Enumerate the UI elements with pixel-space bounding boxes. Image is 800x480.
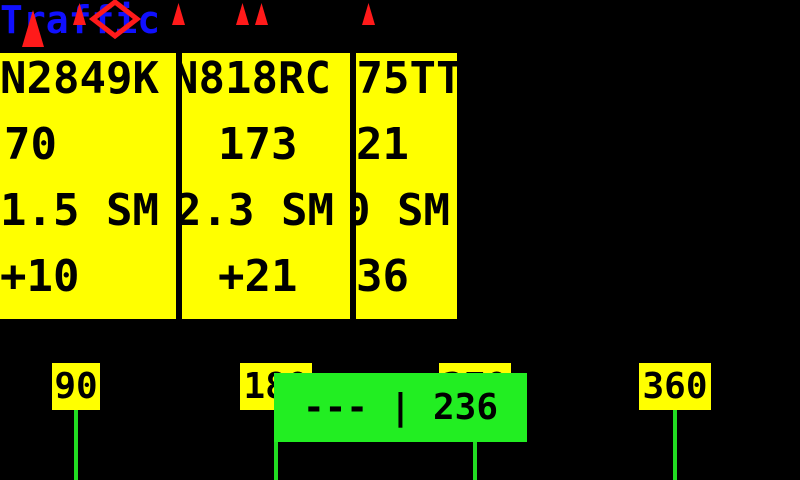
tick-label: 90 (52, 363, 100, 410)
traffic-triangle-icon (236, 3, 249, 25)
traffic-triangle-icon (172, 3, 185, 25)
traffic-marker-strip (22, 0, 375, 47)
bearing: 21 (356, 119, 409, 170)
distance: 1.5 SM (0, 185, 159, 236)
traffic-card[interactable]: N2849K 70 1.5 SM +10 (0, 53, 176, 319)
relative-altitude: 36 (356, 251, 409, 302)
callsign: N75TT (356, 53, 457, 104)
traffic-triangle-icon (73, 3, 86, 25)
distance: 0 SM (356, 185, 450, 236)
traffic-screen: Traffic N2849K 70 1.5 SM +10 N818RC 173 … (0, 0, 800, 480)
traffic-card[interactable]: N75TT 21 0 SM 36 (356, 53, 457, 319)
tick-line (673, 410, 677, 480)
callsign: N818RC (182, 53, 331, 104)
heading-readout[interactable]: --- | 236 (274, 373, 527, 442)
traffic-triangle-icon (255, 3, 268, 25)
relative-altitude: +21 (218, 251, 298, 302)
compass-tick-90: 90 (52, 363, 100, 480)
relative-altitude: +10 (0, 251, 80, 302)
tick-line (74, 410, 78, 480)
compass-tick-360: 360 (639, 363, 711, 480)
bearing: 70 (4, 119, 57, 170)
distance: 2.3 SM (182, 185, 334, 236)
traffic-triangle-icon (362, 3, 375, 25)
tick-label: 360 (639, 363, 711, 410)
traffic-triangle-icon (22, 10, 44, 47)
ownship-diamond-icon (88, 0, 142, 40)
callsign: N2849K (0, 53, 159, 104)
bearing: 173 (218, 119, 298, 170)
traffic-card[interactable]: N818RC 173 2.3 SM +21 (182, 53, 350, 319)
